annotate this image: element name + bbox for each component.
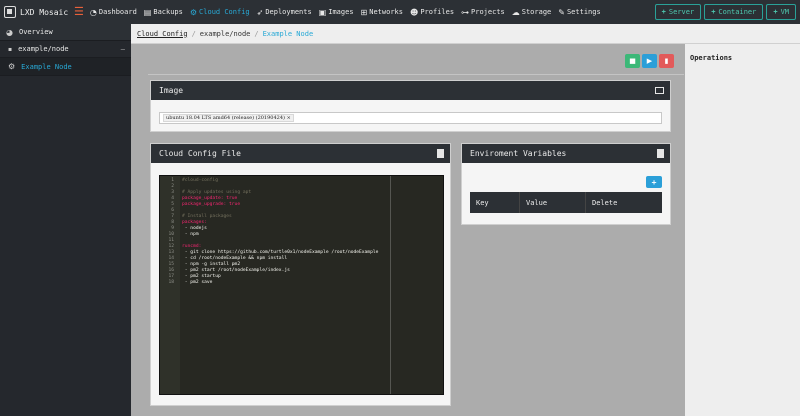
image-icon: [655, 87, 664, 94]
operations-title: Operations: [690, 54, 733, 62]
divider: [148, 74, 684, 75]
nav-settings[interactable]: ✎ Settings: [558, 8, 600, 17]
plus-icon: +: [661, 8, 666, 16]
breadcrumb-cloud-config[interactable]: Cloud Config: [137, 30, 188, 38]
line-text: - npm: [182, 232, 199, 237]
selected-image-chip: ubuntu 18.04 LTS amd64 (release) (201904…: [163, 114, 294, 122]
breadcrumb-current: Example Node: [262, 29, 314, 38]
remove-chip-icon[interactable]: ×: [287, 115, 291, 121]
collapse-icon[interactable]: –: [121, 45, 125, 53]
file-icon: [657, 149, 664, 158]
nav-images[interactable]: ▣ Images: [319, 8, 354, 17]
env-variables-header: Enviroment Variables: [462, 144, 670, 163]
line-number: 18: [168, 280, 174, 285]
gears-icon: ⚙: [189, 7, 198, 17]
image-panel-title: Image: [159, 86, 184, 95]
nav-projects[interactable]: ⊶ Projects: [461, 8, 505, 17]
column-value: Value: [520, 192, 586, 213]
code-editor[interactable]: 1 #cloud-config 2 3 # Apply updates using ap…: [159, 175, 444, 395]
sidebar-item-overview[interactable]: ◕ Overview: [0, 24, 131, 41]
nav-profiles[interactable]: ☻ Profiles: [410, 8, 454, 17]
sidebar: ◕ Overview ▪ example/node – ⚙ Example No…: [0, 24, 131, 416]
rocket-icon: ➶: [256, 7, 264, 17]
brand-title: LXD Mosaic: [20, 7, 69, 17]
add-variable-button[interactable]: +: [646, 176, 662, 188]
nav-deployments[interactable]: ➶ Deployments: [257, 8, 312, 17]
delete-button[interactable]: ▮: [659, 54, 674, 68]
image-select[interactable]: ubuntu 18.04 LTS amd64 (release) (201904…: [159, 112, 662, 124]
plus-icon: +: [711, 8, 716, 16]
save-icon: ■: [629, 57, 636, 65]
wrench-icon: ✎: [558, 7, 565, 17]
tachometer-icon: ◕: [6, 27, 13, 37]
nav-networks[interactable]: ⊞ Networks: [361, 8, 403, 17]
trash-icon: ▮: [664, 57, 669, 65]
line-text: - pm2 save: [182, 280, 213, 285]
add-server-button[interactable]: + Server: [654, 4, 702, 20]
line-text: - cd /root/nodeExample && npm install: [182, 256, 288, 261]
logo-icon: [4, 6, 16, 18]
tachometer-icon: ◔: [89, 7, 97, 17]
main-nav: ◔ Dashboard ▤ Backups ⚙ Cloud Config ➶ Deplo…: [90, 0, 608, 24]
backup-icon: ▤: [143, 7, 152, 17]
column-key: Key: [470, 192, 520, 213]
line-text: - pm2 startup: [182, 274, 221, 279]
column-delete: Delete: [592, 198, 618, 207]
network-icon: ⊞: [360, 7, 368, 17]
line-text: # Install packages: [182, 214, 232, 219]
dash-icon: ▪: [8, 45, 13, 53]
play-icon: ▶: [646, 57, 653, 65]
image-icon: ▣: [318, 7, 327, 17]
breadcrumb: Cloud Config / example/node / Example No…: [131, 24, 800, 44]
line-text: - nodejs: [182, 226, 207, 231]
nav-cloud-config[interactable]: ⚙ Cloud Config: [190, 8, 250, 17]
env-variables-table-header: Key Value Delete: [470, 192, 662, 213]
line-text: - npm -g install pm2: [182, 262, 241, 267]
nav-storage[interactable]: ☁ Storage: [512, 8, 552, 17]
add-vm-button[interactable]: + VM: [766, 4, 796, 20]
line-text: package_upgrade: true: [182, 202, 241, 207]
top-actions: + Server + Container + VM: [654, 4, 796, 20]
sidebar-group-example-node[interactable]: ▪ example/node –: [0, 41, 131, 58]
nav-dashboard[interactable]: ◔ Dashboard: [90, 8, 137, 17]
line-text: runcmd:: [182, 244, 202, 249]
image-panel: Image ubuntu 18.04 LTS amd64 (release) (…: [150, 80, 671, 132]
menu-toggle-icon[interactable]: ☰: [74, 0, 84, 24]
gear-icon: ⚙: [8, 62, 16, 71]
cloud-config-title: Cloud Config File: [159, 149, 241, 158]
line-text: - pm2 start /root/nodeExample/index.js: [182, 268, 290, 273]
line-text: # Apply updates using apt: [182, 190, 252, 195]
operations-panel: Operations: [685, 44, 800, 416]
config-actions: ■ ▶ ▮: [625, 54, 674, 68]
add-container-button[interactable]: + Container: [704, 4, 764, 20]
brand[interactable]: LXD Mosaic: [0, 0, 70, 24]
env-variables-panel: Enviroment Variables + Key Value Delete: [461, 143, 671, 225]
deploy-button[interactable]: ▶: [642, 54, 657, 68]
sidebar-item-example-node[interactable]: ⚙ Example Node: [0, 58, 131, 76]
nav-backups[interactable]: ▤ Backups: [144, 8, 183, 17]
database-icon: ☁: [511, 7, 520, 17]
env-variables-title: Enviroment Variables: [470, 149, 567, 158]
cloud-config-panel: Cloud Config File 1 #cloud-config 2 3 # Appl…: [150, 143, 451, 406]
top-navbar: LXD Mosaic ☰ ◔ Dashboard ▤ Backups ⚙ Cloud …: [0, 0, 800, 24]
file-icon: [437, 149, 444, 158]
code-line: 18 - pm2 save: [160, 280, 443, 286]
breadcrumb-path: example/node: [199, 29, 251, 38]
line-text: - git clone https://github.com/turtle0x1…: [182, 250, 379, 255]
plus-icon: +: [773, 8, 778, 16]
cloud-config-header: Cloud Config File: [151, 144, 450, 163]
project-diagram-icon: ⊶: [461, 7, 470, 17]
line-text: packages:: [182, 220, 207, 225]
save-button[interactable]: ■: [625, 54, 640, 68]
users-icon: ☻: [409, 7, 419, 17]
line-text: package_update: true: [182, 196, 238, 201]
image-panel-header: Image: [151, 81, 670, 100]
line-text: #cloud-config: [182, 178, 218, 183]
